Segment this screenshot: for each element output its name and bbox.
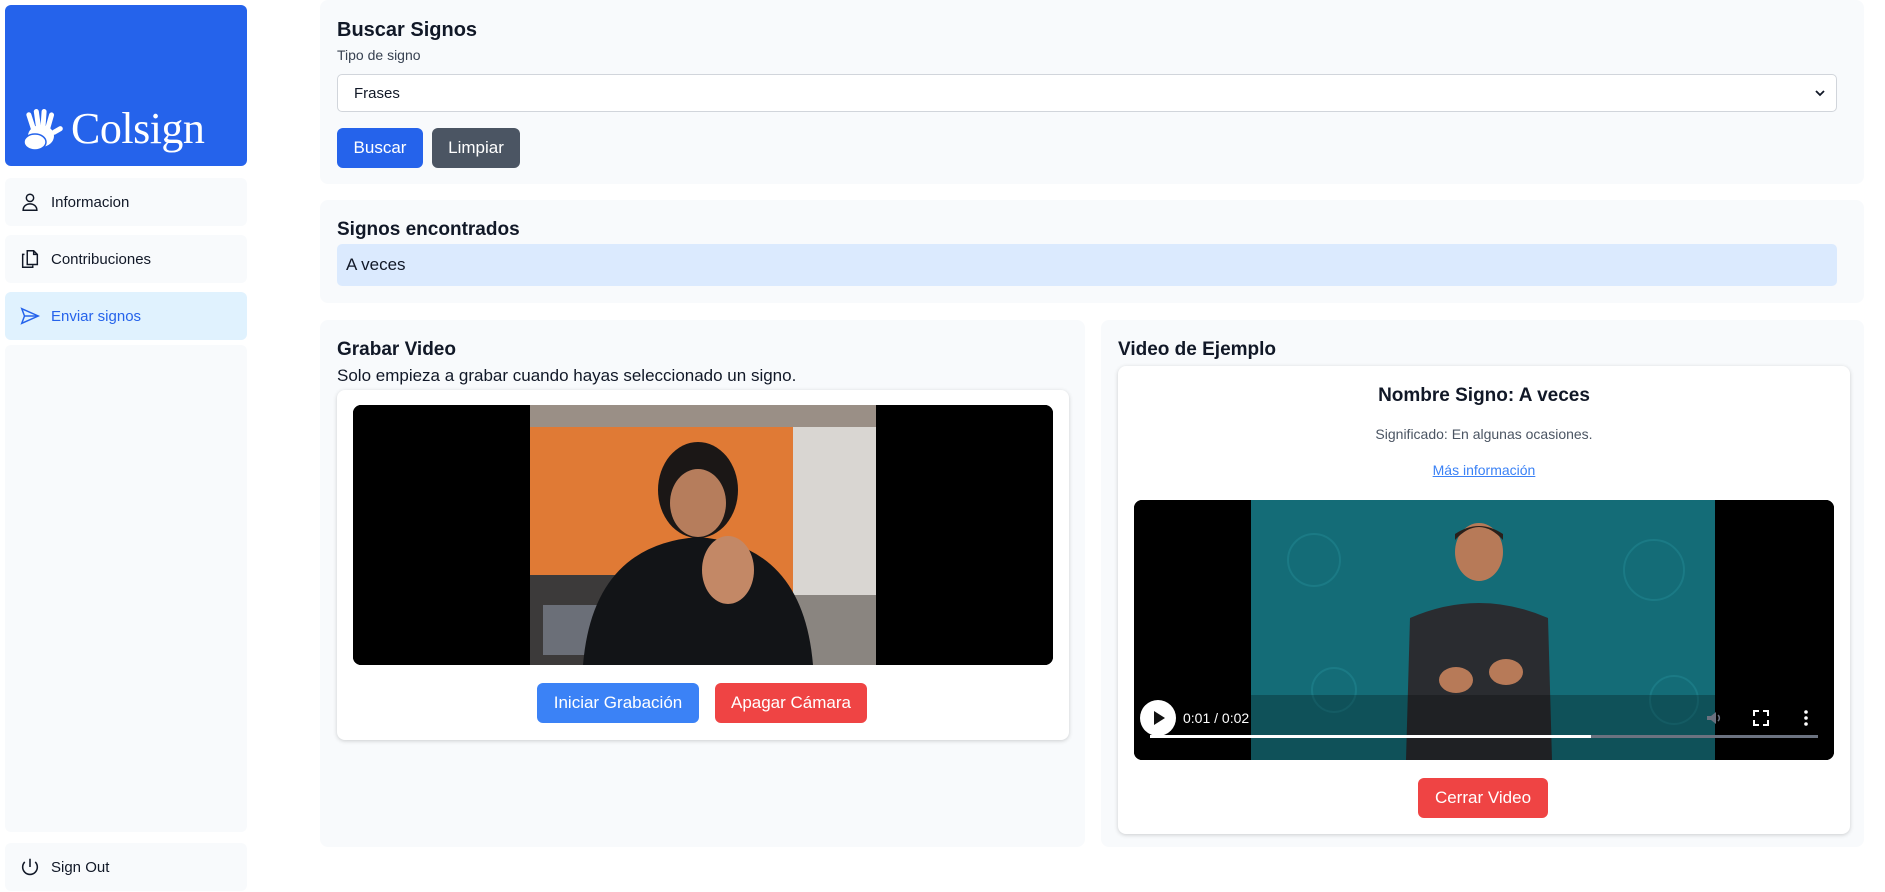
sign-out-label: Sign Out bbox=[51, 858, 110, 876]
sign-name: Nombre Signo: A veces bbox=[1378, 385, 1590, 406]
sidebar-item-label: Informacion bbox=[51, 193, 130, 211]
logo-banner: Colsign bbox=[5, 5, 247, 166]
video-time: 0:01 / 0:02 bbox=[1183, 710, 1250, 726]
search-title: Buscar Signos bbox=[337, 19, 478, 41]
sign-type-select[interactable]: Frases bbox=[337, 74, 1837, 112]
sidebar-item-informacion[interactable]: Informacion bbox=[5, 178, 247, 226]
camera-feed-image bbox=[353, 405, 1053, 665]
close-video-button[interactable]: Cerrar Video bbox=[1418, 778, 1548, 818]
example-card: Nombre Signo: A veces Significado: En al… bbox=[1118, 366, 1850, 834]
sidebar-item-enviar-signos[interactable]: Enviar signos bbox=[5, 292, 247, 340]
record-title: Grabar Video bbox=[337, 339, 456, 360]
example-title: Video de Ejemplo bbox=[1118, 339, 1277, 360]
more-info-link[interactable]: Más información bbox=[1118, 462, 1850, 478]
sidebar-item-contribuciones[interactable]: Contribuciones bbox=[5, 235, 247, 283]
record-panel: Grabar Video Solo empieza a grabar cuand… bbox=[320, 320, 1085, 847]
sidebar-item-label: Enviar signos bbox=[51, 307, 142, 325]
sidebar: Colsign Informacion Contribuciones Envia… bbox=[5, 5, 247, 892]
video-progress-bar[interactable] bbox=[1150, 735, 1818, 738]
more-options-icon[interactable] bbox=[1796, 708, 1816, 728]
user-icon bbox=[22, 193, 38, 211]
chevron-down-icon bbox=[1815, 90, 1825, 97]
send-icon bbox=[20, 307, 41, 325]
volume-icon[interactable] bbox=[1704, 708, 1724, 728]
hands-logo-icon bbox=[23, 108, 63, 151]
clear-button[interactable]: Limpiar bbox=[432, 128, 520, 168]
search-panel: Buscar Signos Tipo de signo Frases Busca… bbox=[320, 0, 1864, 184]
sign-meaning: Significado: En algunas ocasiones. bbox=[1375, 426, 1593, 442]
sidebar-spacer bbox=[5, 345, 247, 832]
camera-card: Iniciar Grabación Apagar Cámara bbox=[337, 390, 1069, 740]
results-title: Signos encontrados bbox=[337, 219, 520, 240]
play-button[interactable] bbox=[1140, 700, 1176, 736]
sign-type-value: Frases bbox=[354, 84, 400, 102]
search-button[interactable]: Buscar bbox=[337, 128, 423, 168]
logo: Colsign bbox=[21, 103, 205, 154]
fullscreen-icon[interactable] bbox=[1751, 708, 1771, 728]
app-root: Colsign Informacion Contribuciones Envia… bbox=[0, 0, 1885, 892]
sign-type-label: Tipo de signo bbox=[337, 47, 421, 63]
sign-out-button[interactable]: Sign Out bbox=[5, 843, 247, 891]
sidebar-item-label: Contribuciones bbox=[51, 250, 152, 268]
documents-icon bbox=[21, 250, 39, 268]
example-panel: Video de Ejemplo Nombre Signo: A veces S… bbox=[1101, 320, 1864, 847]
video-progress-fill bbox=[1150, 735, 1591, 738]
camera-preview bbox=[353, 405, 1053, 665]
results-panel: Signos encontrados A veces bbox=[320, 200, 1864, 303]
brand-name: Colsign bbox=[71, 104, 205, 153]
result-item[interactable]: A veces bbox=[337, 244, 1837, 286]
play-icon bbox=[1154, 711, 1165, 725]
record-instruction: Solo empieza a grabar cuando hayas selec… bbox=[337, 366, 797, 385]
example-video-player[interactable]: 0:01 / 0:02 bbox=[1134, 500, 1834, 760]
stop-camera-button[interactable]: Apagar Cámara bbox=[715, 683, 867, 723]
power-icon bbox=[21, 858, 39, 876]
start-recording-button[interactable]: Iniciar Grabación bbox=[537, 683, 699, 723]
